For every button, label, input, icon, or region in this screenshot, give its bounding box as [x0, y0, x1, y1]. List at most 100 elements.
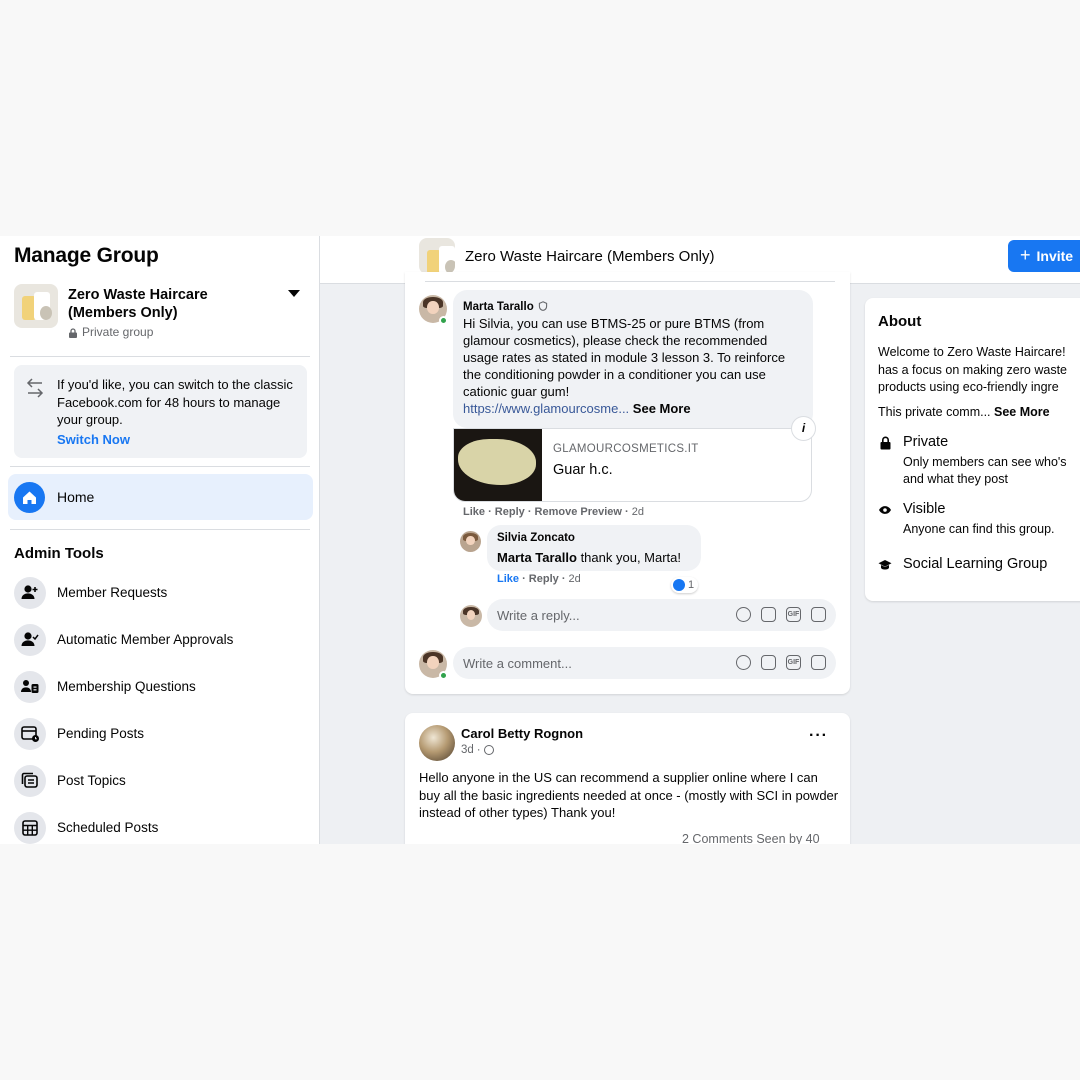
sidebar-item-label: Pending Posts [57, 726, 145, 741]
sidebar-title: Manage Group [14, 244, 159, 267]
comment-bubble: Marta Tarallo Hi Silvia, you can use BTM… [453, 290, 813, 428]
comment-text: Hi Silvia, you can use BTMS-25 or pure B… [463, 316, 786, 399]
sidebar-item-automatic-member-approvals[interactable]: Automatic Member Approvals [14, 624, 310, 658]
post-card: Marta Tarallo Hi Silvia, you can use BTM… [405, 272, 850, 694]
divider [10, 529, 310, 530]
auto-approve-icon [14, 624, 46, 656]
post-time[interactable]: 3d [461, 744, 474, 756]
sidebar-item-home[interactable]: Home [8, 474, 313, 520]
sidebar-item-label: Membership Questions [57, 679, 196, 694]
gif-icon[interactable]: GIF [786, 655, 801, 670]
group-switcher[interactable]: Zero Waste Haircare (Members Only) Priva… [14, 284, 310, 344]
link-preview-card[interactable]: GLAMOURCOSMETICS.IT Guar h.c. [453, 428, 812, 502]
classic-switch-notice: If you'd like, you can switch to the cla… [14, 365, 307, 458]
comment-link[interactable]: https://www.glamourcosme... [463, 401, 629, 416]
info-icon[interactable]: i [791, 416, 816, 441]
reply-action[interactable]: Reply [529, 573, 559, 585]
see-more-link[interactable]: See More [994, 405, 1050, 419]
graduation-cap-icon [878, 558, 892, 572]
reply-mention[interactable]: Marta Tarallo [497, 550, 577, 565]
post-topics-icon [14, 765, 46, 797]
pending-posts-icon [14, 718, 46, 750]
more-options-icon[interactable]: ··· [809, 727, 828, 745]
group-avatar[interactable] [419, 238, 455, 274]
reaction-count[interactable]: 1 [671, 577, 699, 593]
reaction-count-value: 1 [688, 579, 695, 591]
sidebar-item-post-topics[interactable]: Post Topics [14, 765, 310, 799]
reply-input[interactable]: Write a reply... GIF [487, 599, 836, 631]
sidebar-item-membership-questions[interactable]: Membership Questions [14, 671, 310, 705]
eye-icon [878, 503, 892, 517]
like-action[interactable]: Like [497, 573, 519, 585]
online-status-dot [439, 671, 448, 680]
group-privacy: Private group [68, 325, 153, 339]
post-text: Hello anyone in the US can recommend a s… [419, 770, 839, 820]
manage-group-sidebar: Manage Group Zero Waste Haircare (Member… [0, 236, 320, 844]
like-action[interactable]: Like [463, 506, 485, 518]
link-preview-domain: GLAMOURCOSMETICS.IT [553, 443, 699, 455]
about-description-line: Welcome to Zero Waste Haircare! [878, 345, 1066, 359]
avatar[interactable] [419, 725, 455, 761]
camera-icon[interactable] [761, 655, 776, 670]
about-title: About [878, 313, 922, 330]
post-meta: 3d · [461, 744, 494, 756]
home-icon [14, 482, 45, 513]
sidebar-item-label: Scheduled Posts [57, 820, 159, 835]
member-requests-icon [14, 577, 46, 609]
switch-now-link[interactable]: Switch Now [57, 432, 130, 447]
facebook-manage-group-screen: Manage Group Zero Waste Haircare (Member… [0, 236, 1080, 844]
reply-author[interactable]: Silvia Zoncato [497, 532, 575, 544]
about-short-text: This private comm... [878, 405, 991, 419]
about-description: Welcome to Zero Waste Haircare! has a fo… [878, 344, 1080, 397]
sidebar-item-scheduled-posts[interactable]: Scheduled Posts [14, 812, 310, 844]
see-more-link[interactable]: See More [633, 401, 691, 416]
comment-time[interactable]: 2d [632, 506, 644, 518]
sidebar-item-label: Member Requests [57, 585, 168, 600]
reply-time[interactable]: 2d [569, 573, 581, 585]
post-action-bar [425, 272, 835, 282]
sticker-icon[interactable] [811, 655, 826, 670]
emoji-icon[interactable] [736, 607, 751, 622]
post-stats[interactable]: 2 Comments Seen by 40 [682, 832, 820, 844]
about-visible-heading: Visible [903, 501, 946, 517]
about-visible-sub: Anyone can find this group. [903, 522, 1055, 536]
post-author[interactable]: Carol Betty Rognon [461, 726, 583, 741]
chevron-down-icon[interactable] [288, 290, 300, 297]
remove-preview-action[interactable]: Remove Preview [535, 506, 622, 518]
about-group-type-heading: Social Learning Group [903, 556, 1048, 572]
switch-notice-text: If you'd like, you can switch to the cla… [57, 377, 293, 427]
about-description-line: has a focus on making zero waste [878, 362, 1067, 377]
lock-icon [878, 436, 892, 450]
sidebar-item-pending-posts[interactable]: Pending Posts [14, 718, 310, 752]
plus-icon: + [1020, 245, 1031, 265]
about-short: This private comm... See More [878, 405, 1050, 419]
reply-input-placeholder: Write a reply... [497, 608, 580, 623]
comment-input-placeholder: Write a comment... [463, 656, 572, 671]
comment-author[interactable]: Marta Tarallo [463, 301, 534, 313]
emoji-icon[interactable] [736, 655, 751, 670]
about-card: About Welcome to Zero Waste Haircare! ha… [865, 298, 1080, 601]
divider [10, 466, 310, 467]
reply-text: thank you, Marta! [576, 550, 682, 565]
group-privacy-label: Private group [82, 325, 154, 339]
comment-input-tools: GIF [736, 655, 826, 670]
avatar[interactable] [460, 531, 481, 552]
scheduled-posts-icon [14, 812, 46, 844]
invite-button[interactable]: + Invite [1008, 240, 1080, 272]
camera-icon[interactable] [761, 607, 776, 622]
group-title[interactable]: Zero Waste Haircare (Members Only) [465, 248, 715, 265]
about-private-line: and what they post [903, 472, 1008, 486]
reply-actions: Like · Reply · 2d [497, 573, 581, 585]
admin-tools-heading: Admin Tools [14, 545, 104, 562]
comment-input[interactable]: Write a comment... GIF [453, 647, 836, 679]
reply-action[interactable]: Reply [495, 506, 525, 518]
gif-icon[interactable]: GIF [786, 607, 801, 622]
about-private-heading: Private [903, 434, 949, 450]
group-name: Zero Waste Haircare (Members Only) [68, 287, 208, 321]
group-avatar [14, 284, 58, 328]
comment-actions: Like · Reply · Remove Preview · 2d [463, 506, 645, 518]
sticker-icon[interactable] [811, 607, 826, 622]
membership-questions-icon [14, 671, 46, 703]
sidebar-item-member-requests[interactable]: Member Requests [14, 577, 310, 611]
about-private-sub: Only members can see who's and what they… [903, 454, 1080, 488]
